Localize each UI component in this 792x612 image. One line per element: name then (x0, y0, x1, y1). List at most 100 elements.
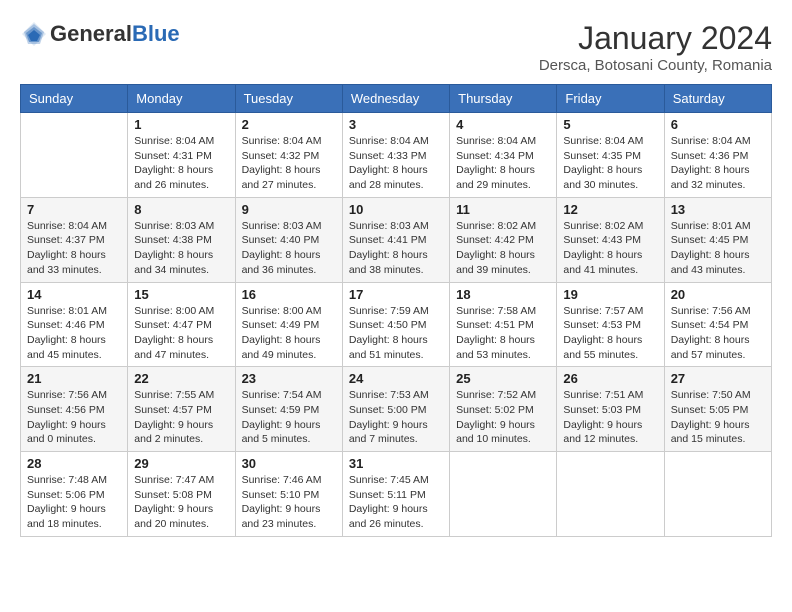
day-info: Sunrise: 8:04 AM Sunset: 4:36 PM Dayligh… (671, 134, 765, 193)
day-info: Sunrise: 8:04 AM Sunset: 4:37 PM Dayligh… (27, 219, 121, 278)
calendar-cell: 26 Sunrise: 7:51 AM Sunset: 5:03 PM Dayli… (557, 367, 664, 452)
day-number: 14 (27, 287, 121, 302)
day-number: 7 (27, 202, 121, 217)
day-number: 16 (242, 287, 336, 302)
calendar-cell: 20 Sunrise: 7:56 AM Sunset: 4:54 PM Dayli… (664, 282, 771, 367)
day-number: 27 (671, 371, 765, 386)
calendar-week-3: 14 Sunrise: 8:01 AM Sunset: 4:46 PM Dayli… (21, 282, 772, 367)
calendar-cell (664, 452, 771, 537)
calendar-cell: 3 Sunrise: 8:04 AM Sunset: 4:33 PM Daylig… (342, 113, 449, 198)
calendar-week-5: 28 Sunrise: 7:48 AM Sunset: 5:06 PM Dayli… (21, 452, 772, 537)
day-info: Sunrise: 7:58 AM Sunset: 4:51 PM Dayligh… (456, 304, 550, 363)
day-number: 8 (134, 202, 228, 217)
day-info: Sunrise: 7:55 AM Sunset: 4:57 PM Dayligh… (134, 388, 228, 447)
calendar-cell: 24 Sunrise: 7:53 AM Sunset: 5:00 PM Dayli… (342, 367, 449, 452)
day-info: Sunrise: 8:04 AM Sunset: 4:32 PM Dayligh… (242, 134, 336, 193)
calendar-cell: 28 Sunrise: 7:48 AM Sunset: 5:06 PM Dayli… (21, 452, 128, 537)
day-number: 13 (671, 202, 765, 217)
calendar-cell: 15Sunrise: 8:00 AM Sunset: 4:47 PM Dayli… (128, 282, 235, 367)
header-saturday: Saturday (664, 85, 771, 113)
calendar-cell: 8Sunrise: 8:03 AM Sunset: 4:38 PM Daylig… (128, 197, 235, 282)
calendar-cell: 12Sunrise: 8:02 AM Sunset: 4:43 PM Dayli… (557, 197, 664, 282)
calendar-cell: 18 Sunrise: 7:58 AM Sunset: 4:51 PM Dayli… (450, 282, 557, 367)
day-number: 24 (349, 371, 443, 386)
day-number: 26 (563, 371, 657, 386)
day-info: Sunrise: 8:04 AM Sunset: 4:31 PM Dayligh… (134, 134, 228, 193)
day-number: 6 (671, 117, 765, 132)
day-info: Sunrise: 7:56 AM Sunset: 4:54 PM Dayligh… (671, 304, 765, 363)
calendar-cell: 7 Sunrise: 8:04 AM Sunset: 4:37 PM Daylig… (21, 197, 128, 282)
day-number: 20 (671, 287, 765, 302)
title-block: January 2024 Dersca, Botosani County, Ro… (539, 20, 772, 74)
day-info: Sunrise: 7:59 AM Sunset: 4:50 PM Dayligh… (349, 304, 443, 363)
day-number: 12 (563, 202, 657, 217)
day-info: Sunrise: 8:04 AM Sunset: 4:33 PM Dayligh… (349, 134, 443, 193)
day-info: Sunrise: 8:04 AM Sunset: 4:35 PM Dayligh… (563, 134, 657, 193)
header-wednesday: Wednesday (342, 85, 449, 113)
day-number: 5 (563, 117, 657, 132)
day-info: Sunrise: 7:54 AM Sunset: 4:59 PM Dayligh… (242, 388, 336, 447)
day-info: Sunrise: 7:56 AM Sunset: 4:56 PM Dayligh… (27, 388, 121, 447)
header-tuesday: Tuesday (235, 85, 342, 113)
day-number: 2 (242, 117, 336, 132)
header-thursday: Thursday (450, 85, 557, 113)
day-number: 1 (134, 117, 228, 132)
day-number: 23 (242, 371, 336, 386)
day-number: 21 (27, 371, 121, 386)
day-info: Sunrise: 7:50 AM Sunset: 5:05 PM Dayligh… (671, 388, 765, 447)
calendar-cell: 1 Sunrise: 8:04 AM Sunset: 4:31 PM Daylig… (128, 113, 235, 198)
calendar-cell (450, 452, 557, 537)
day-info: Sunrise: 8:03 AM Sunset: 4:40 PM Dayligh… (242, 219, 336, 278)
month-title: January 2024 (539, 20, 772, 57)
day-number: 11 (456, 202, 550, 217)
day-info: Sunrise: 7:47 AM Sunset: 5:08 PM Dayligh… (134, 473, 228, 532)
day-number: 3 (349, 117, 443, 132)
day-info: Sunrise: 7:46 AM Sunset: 5:10 PM Dayligh… (242, 473, 336, 532)
calendar-cell: 27 Sunrise: 7:50 AM Sunset: 5:05 PM Dayli… (664, 367, 771, 452)
calendar-cell: 5 Sunrise: 8:04 AM Sunset: 4:35 PM Daylig… (557, 113, 664, 198)
logo-general-text: General (50, 21, 132, 46)
day-number: 18 (456, 287, 550, 302)
calendar-table: SundayMondayTuesdayWednesdayThursdayFrid… (20, 84, 772, 537)
calendar-cell (21, 113, 128, 198)
calendar-cell: 29 Sunrise: 7:47 AM Sunset: 5:08 PM Dayli… (128, 452, 235, 537)
day-number: 30 (242, 456, 336, 471)
day-info: Sunrise: 8:02 AM Sunset: 4:42 PM Dayligh… (456, 219, 550, 278)
calendar-cell: 16 Sunrise: 8:00 AM Sunset: 4:49 PM Dayli… (235, 282, 342, 367)
day-number: 22 (134, 371, 228, 386)
day-info: Sunrise: 8:01 AM Sunset: 4:46 PM Dayligh… (27, 304, 121, 363)
header-sunday: Sunday (21, 85, 128, 113)
day-info: Sunrise: 7:52 AM Sunset: 5:02 PM Dayligh… (456, 388, 550, 447)
calendar-cell: 22 Sunrise: 7:55 AM Sunset: 4:57 PM Dayli… (128, 367, 235, 452)
day-number: 9 (242, 202, 336, 217)
calendar-cell: 21 Sunrise: 7:56 AM Sunset: 4:56 PM Dayli… (21, 367, 128, 452)
day-info: Sunrise: 7:53 AM Sunset: 5:00 PM Dayligh… (349, 388, 443, 447)
calendar-cell: 2 Sunrise: 8:04 AM Sunset: 4:32 PM Daylig… (235, 113, 342, 198)
location-text: Dersca, Botosani County, Romania (539, 57, 772, 74)
day-number: 10 (349, 202, 443, 217)
day-info: Sunrise: 7:51 AM Sunset: 5:03 PM Dayligh… (563, 388, 657, 447)
header-friday: Friday (557, 85, 664, 113)
day-info: Sunrise: 7:57 AM Sunset: 4:53 PM Dayligh… (563, 304, 657, 363)
calendar-week-1: 1 Sunrise: 8:04 AM Sunset: 4:31 PM Daylig… (21, 113, 772, 198)
calendar-cell: 19 Sunrise: 7:57 AM Sunset: 4:53 PM Dayli… (557, 282, 664, 367)
day-number: 29 (134, 456, 228, 471)
day-info: Sunrise: 7:48 AM Sunset: 5:06 PM Dayligh… (27, 473, 121, 532)
day-number: 25 (456, 371, 550, 386)
logo-icon (20, 20, 48, 48)
day-number: 28 (27, 456, 121, 471)
day-info: Sunrise: 8:00 AM Sunset: 4:49 PM Dayligh… (242, 304, 336, 363)
day-number: 17 (349, 287, 443, 302)
calendar-cell: 31Sunrise: 7:45 AM Sunset: 5:11 PM Dayli… (342, 452, 449, 537)
day-number: 19 (563, 287, 657, 302)
day-info: Sunrise: 7:45 AM Sunset: 5:11 PM Dayligh… (349, 473, 443, 532)
calendar-cell: 9 Sunrise: 8:03 AM Sunset: 4:40 PM Daylig… (235, 197, 342, 282)
calendar-header-row: SundayMondayTuesdayWednesdayThursdayFrid… (21, 85, 772, 113)
header-monday: Monday (128, 85, 235, 113)
day-number: 15 (134, 287, 228, 302)
page-header: GeneralBlue January 2024 Dersca, Botosan… (20, 20, 772, 74)
calendar-cell: 30 Sunrise: 7:46 AM Sunset: 5:10 PM Dayli… (235, 452, 342, 537)
calendar-cell (557, 452, 664, 537)
calendar-cell: 17 Sunrise: 7:59 AM Sunset: 4:50 PM Dayli… (342, 282, 449, 367)
day-number: 4 (456, 117, 550, 132)
